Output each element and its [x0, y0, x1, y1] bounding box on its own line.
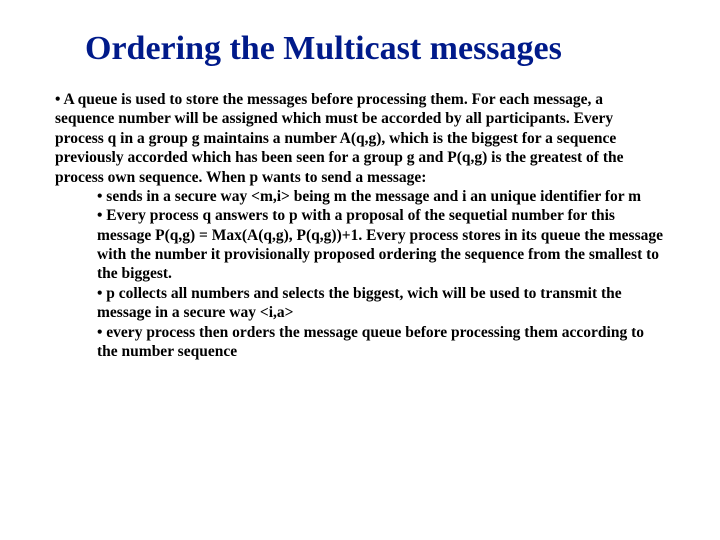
- bullet-item: • p collects all numbers and selects the…: [97, 284, 665, 323]
- slide: Ordering the Multicast messages • A queu…: [0, 0, 720, 540]
- bullet-item: • every process then orders the message …: [97, 323, 665, 362]
- intro-paragraph: • A queue is used to store the messages …: [55, 90, 665, 187]
- slide-title: Ordering the Multicast messages: [85, 30, 665, 68]
- bullet-item: • Every process q answers to p with a pr…: [97, 206, 665, 284]
- bullet-item: • sends in a secure way <m,i> being m th…: [97, 187, 665, 206]
- slide-body: • A queue is used to store the messages …: [55, 90, 665, 361]
